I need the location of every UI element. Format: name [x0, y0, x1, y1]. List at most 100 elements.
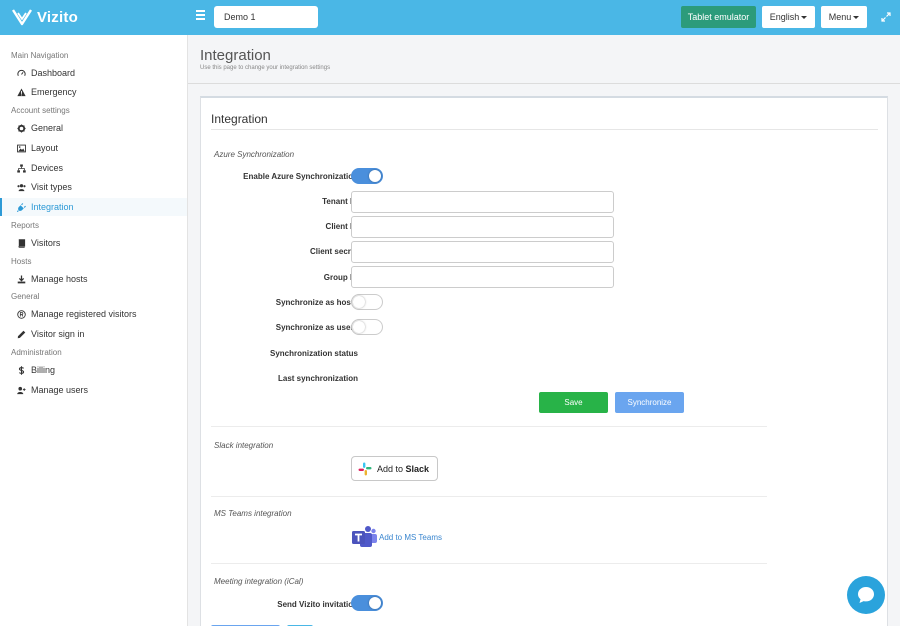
slack-button-brand: Slack	[405, 463, 430, 474]
sidebar-section-title: Administration	[11, 348, 62, 357]
sidebar-item-label: Integration	[31, 202, 74, 212]
sidebar-item-label: Dashboard	[31, 68, 76, 78]
download-icon	[17, 274, 26, 283]
gauge-icon	[17, 69, 26, 76]
teams-link-label: Add to MS Teams	[379, 532, 442, 542]
add-to-slack-button[interactable]: Add to Slack	[351, 456, 438, 481]
top-bar: Vizito Demo 1 Tablet emulator English Me…	[0, 0, 900, 35]
sidebar-item-visit-types[interactable]: Visit types	[0, 178, 187, 196]
sidebar-item-label: Layout	[31, 143, 59, 153]
plug-icon	[17, 202, 26, 212]
sidebar: Main Navigation Dashboard Emergency Acco…	[0, 35, 188, 626]
expand-icon[interactable]	[881, 12, 891, 22]
divider	[211, 496, 767, 497]
chevron-down-icon	[801, 16, 808, 20]
slack-button-prefix: Add to	[377, 463, 406, 474]
sidebar-item-devices[interactable]: Devices	[0, 159, 187, 177]
divider	[211, 129, 878, 130]
toggle-knob	[369, 597, 381, 609]
divider	[211, 426, 767, 427]
vizito-logo-icon	[12, 9, 32, 26]
sidebar-item-billing[interactable]: Billing	[0, 361, 187, 379]
last-sync-label: Last synchronization	[277, 374, 358, 383]
sync-status-label: Synchronization status	[269, 349, 358, 358]
azure-section-title: Azure Synchronization	[214, 150, 295, 159]
meeting-section-title: Meeting integration (iCal)	[214, 577, 304, 586]
toggle-knob	[353, 296, 365, 308]
brand-name: Vizito	[37, 8, 78, 26]
slack-icon	[358, 462, 372, 475]
dollar-icon	[18, 365, 25, 375]
menu-dropdown[interactable]: Menu	[821, 6, 867, 28]
book-icon	[18, 238, 26, 248]
sync-users-label: Synchronize as users	[275, 323, 358, 332]
sidebar-item-label: Devices	[31, 163, 64, 173]
client-id-input[interactable]	[351, 216, 614, 238]
sidebar-item-layout[interactable]: Layout	[0, 139, 187, 157]
page-subtitle: Use this page to change your integration…	[200, 65, 331, 71]
sidebar-item-dashboard[interactable]: Dashboard	[0, 64, 187, 82]
language-label: English	[769, 12, 800, 22]
sidebar-item-label: Manage users	[31, 385, 89, 395]
image-icon	[17, 144, 26, 152]
teams-section-title: MS Teams integration	[214, 509, 292, 518]
pencil-icon	[17, 330, 26, 338]
sidebar-item-manage-hosts[interactable]: Manage hosts	[0, 270, 187, 288]
sidebar-item-label: Visitor sign in	[31, 329, 85, 339]
sync-hosts-label: Synchronize as hosts	[275, 298, 358, 307]
sidebar-section-title: Hosts	[11, 257, 32, 266]
tenant-id-input[interactable]	[351, 191, 614, 213]
page-header: Integration Use this page to change your…	[188, 35, 900, 84]
language-dropdown[interactable]: English	[762, 6, 815, 28]
sidebar-item-label: Billing	[31, 365, 56, 375]
warning-icon	[17, 87, 26, 96]
synchronize-button[interactable]: Synchronize	[615, 392, 684, 413]
users-icon	[17, 183, 26, 191]
user-plus-icon	[17, 386, 26, 394]
integration-panel: Integration Azure Synchronization Enable…	[200, 96, 888, 626]
hamburger-menu-icon[interactable]	[196, 10, 206, 24]
sidebar-item-emergency[interactable]: Emergency	[0, 83, 187, 101]
send-invitation-label: Send Vizito invitation	[277, 600, 358, 609]
demo-selector[interactable]: Demo 1	[214, 6, 318, 28]
sidebar-item-visitor-sign-in[interactable]: Visitor sign in	[0, 325, 187, 343]
brand-logo[interactable]: Vizito	[12, 8, 78, 26]
sidebar-section-title: Account settings	[11, 106, 70, 115]
chat-icon	[858, 587, 874, 603]
sitemap-icon	[17, 163, 26, 173]
client-secret-input[interactable]	[351, 241, 614, 263]
slack-button-label: Add to Slack	[377, 464, 429, 474]
slack-section-title: Slack integration	[214, 441, 274, 450]
sidebar-item-manage-registered-visitors[interactable]: Manage registered visitors	[0, 305, 187, 323]
group-id-input[interactable]	[351, 266, 614, 288]
enable-azure-label: Enable Azure Synchronization	[243, 172, 358, 181]
send-invitation-toggle[interactable]	[351, 595, 383, 611]
sync-users-toggle[interactable]	[351, 319, 383, 335]
sidebar-item-label: Visit types	[31, 182, 72, 192]
chevron-down-icon	[853, 16, 860, 20]
toggle-knob	[369, 170, 381, 182]
toggle-knob	[353, 321, 365, 333]
sidebar-item-label: Manage registered visitors	[31, 309, 137, 319]
panel-title: Integration	[211, 112, 268, 126]
chat-launcher-button[interactable]	[847, 576, 885, 614]
sidebar-item-label: Visitors	[31, 238, 61, 248]
sidebar-item-integration[interactable]: Integration	[0, 198, 187, 216]
tablet-emulator-button[interactable]: Tablet emulator	[681, 6, 756, 28]
sidebar-section-title: Main Navigation	[11, 51, 69, 60]
sidebar-item-general[interactable]: General	[0, 119, 187, 137]
menu-label: Menu	[828, 12, 852, 22]
sidebar-item-label: Emergency	[31, 87, 77, 97]
page-title: Integration	[200, 47, 271, 64]
add-to-ms-teams-link[interactable]: Add to MS Teams	[351, 525, 442, 549]
sync-hosts-toggle[interactable]	[351, 294, 383, 310]
save-button[interactable]: Save	[539, 392, 608, 413]
registered-icon	[17, 309, 26, 319]
sidebar-item-manage-users[interactable]: Manage users	[0, 381, 187, 399]
gear-icon	[17, 123, 26, 133]
sidebar-item-label: General	[31, 123, 64, 133]
sidebar-section-title: General	[11, 292, 40, 301]
ms-teams-icon	[352, 526, 377, 547]
enable-azure-toggle[interactable]	[351, 168, 383, 184]
sidebar-item-visitors[interactable]: Visitors	[0, 234, 187, 252]
